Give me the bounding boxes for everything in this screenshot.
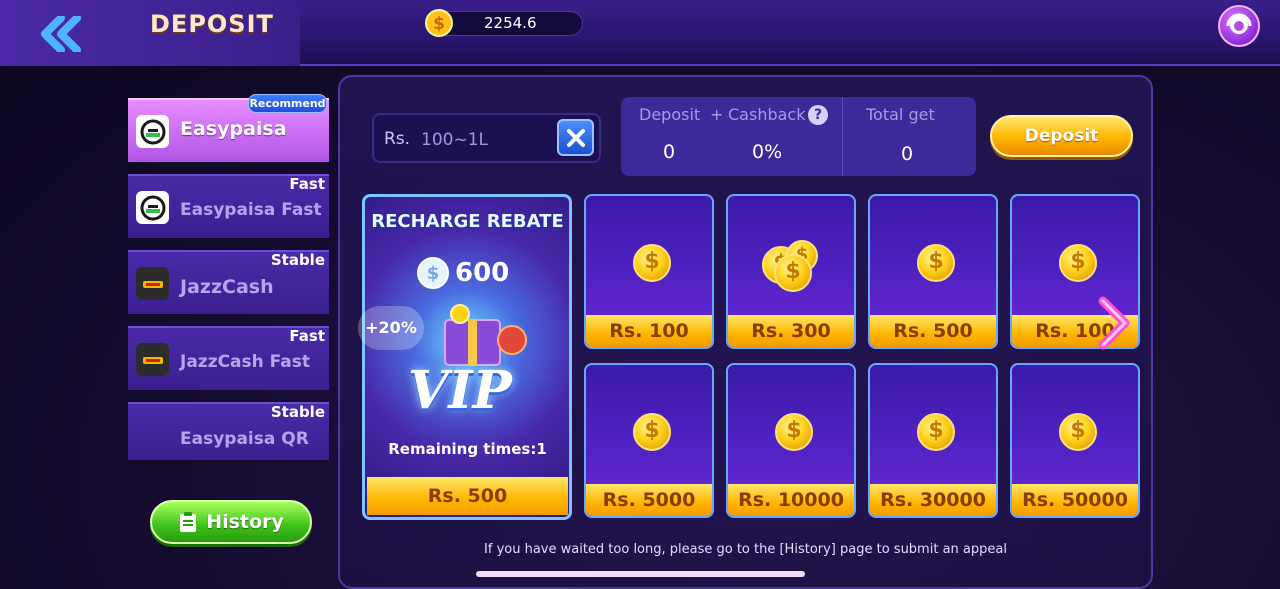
history-label: History	[206, 511, 284, 533]
jazzcash-logo-icon	[136, 267, 169, 300]
amount-card[interactable]: $ Rs. 100	[584, 194, 714, 349]
coin-icon: $	[774, 254, 812, 292]
summary-deposit-label: Deposit	[639, 105, 701, 124]
clear-button[interactable]	[557, 119, 594, 156]
summary-plus-sign: +	[710, 105, 724, 124]
amount-card-label: Rs. 500	[870, 315, 996, 347]
balance-value: 2254.6	[484, 14, 537, 32]
amount-card-label: Rs. 10000	[728, 484, 854, 516]
sidebar-item-label: Easypaisa Fast	[180, 200, 322, 220]
deposit-button[interactable]: Deposit	[990, 115, 1133, 157]
currency-prefix: Rs.	[384, 129, 411, 149]
page-title: DEPOSIT	[150, 10, 274, 38]
sidebar-item-label: JazzCash Fast	[180, 352, 311, 372]
recommend-badge: Recommend	[248, 94, 327, 113]
easypaisa-logo-icon	[136, 115, 169, 148]
summary-deposit-value: 0	[663, 141, 676, 163]
vip-amount-label: Rs. 500	[367, 477, 568, 515]
amount-card[interactable]: $ Rs. 30000	[868, 363, 998, 518]
amount-card[interactable]: $ $ $ Rs. 300	[726, 194, 856, 349]
summary-total-value: 0	[901, 143, 914, 165]
vip-bonus-badge: +20%	[358, 306, 424, 350]
jazzcash-logo-icon	[136, 343, 169, 376]
help-icon[interactable]: ?	[808, 105, 828, 125]
amount-card-label: Rs. 300	[728, 315, 854, 347]
coin-icon: $	[417, 257, 449, 289]
customer-support-icon[interactable]	[1218, 5, 1260, 47]
coin-icon: $	[917, 244, 955, 282]
vip-remaining-times: Remaining times:1	[388, 440, 547, 458]
sidebar-item-tag: Fast	[289, 327, 325, 345]
coin-icon: $	[1059, 413, 1097, 451]
summary-cashback-value: 0%	[752, 141, 783, 163]
summary-total-label: Total get	[866, 105, 935, 124]
history-button[interactable]: History	[150, 500, 312, 544]
coin-icon: $	[633, 413, 671, 451]
vip-card-title: RECHARGE REBATE	[371, 211, 564, 232]
coin-icon: $	[917, 413, 955, 451]
amount-card[interactable]: $ Rs. 10000	[726, 363, 856, 518]
summary-cashback-label: Cashback	[728, 105, 806, 124]
back-arrow-icon	[41, 16, 81, 52]
sidebar-item-label: Easypaisa QR	[180, 429, 309, 449]
sidebar-item-label: JazzCash	[180, 276, 274, 298]
amount-card-label: Rs. 50000	[1012, 484, 1138, 516]
chevron-right-icon[interactable]	[1095, 295, 1135, 351]
sidebar-item-tag: Stable	[270, 251, 325, 269]
vip-logo-text: VIP	[408, 360, 512, 421]
clipboard-icon	[180, 512, 197, 532]
amount-card-label: Rs. 100	[586, 315, 712, 347]
sidebar-item-easypaisa-fast[interactable]: Fast Easypaisa Fast	[128, 174, 329, 238]
deposit-button-label: Deposit	[1024, 126, 1099, 146]
amount-card[interactable]: $ Rs. 50000	[1010, 363, 1140, 518]
vip-coin-value: 600	[455, 258, 510, 288]
appeal-hint: If you have waited too long, please go t…	[484, 542, 1007, 557]
back-button[interactable]	[38, 14, 84, 54]
sidebar-item-easypaisa-qr[interactable]: Stable Easypaisa QR	[128, 402, 329, 460]
coin-icon: $	[775, 413, 813, 451]
coin-icon: $	[633, 244, 671, 282]
svg-text:$: $	[433, 14, 445, 34]
amount-card-label: Rs. 30000	[870, 484, 996, 516]
coin-icon: $	[1059, 244, 1097, 282]
sidebar-item-label: Easypaisa	[180, 118, 287, 140]
headset-icon	[1226, 13, 1252, 34]
sidebar-item-jazzcash[interactable]: Stable JazzCash	[128, 250, 329, 314]
amount-card-label: Rs. 5000	[586, 484, 712, 516]
amount-card[interactable]: $ Rs. 5000	[584, 363, 714, 518]
amount-card[interactable]: $ Rs. 500	[868, 194, 998, 349]
close-icon	[566, 128, 585, 147]
amount-placeholder: 100~1L	[421, 130, 488, 150]
home-indicator	[476, 571, 805, 577]
svg-text:$: $	[427, 263, 440, 284]
sidebar-item-tag: Stable	[270, 403, 325, 421]
easypaisa-logo-icon	[136, 191, 169, 224]
coin-icon: $	[425, 9, 453, 37]
summary-divider	[842, 97, 843, 176]
sidebar-item-jazzcash-fast[interactable]: Fast JazzCash Fast	[128, 326, 329, 390]
sidebar-item-tag: Fast	[289, 175, 325, 193]
